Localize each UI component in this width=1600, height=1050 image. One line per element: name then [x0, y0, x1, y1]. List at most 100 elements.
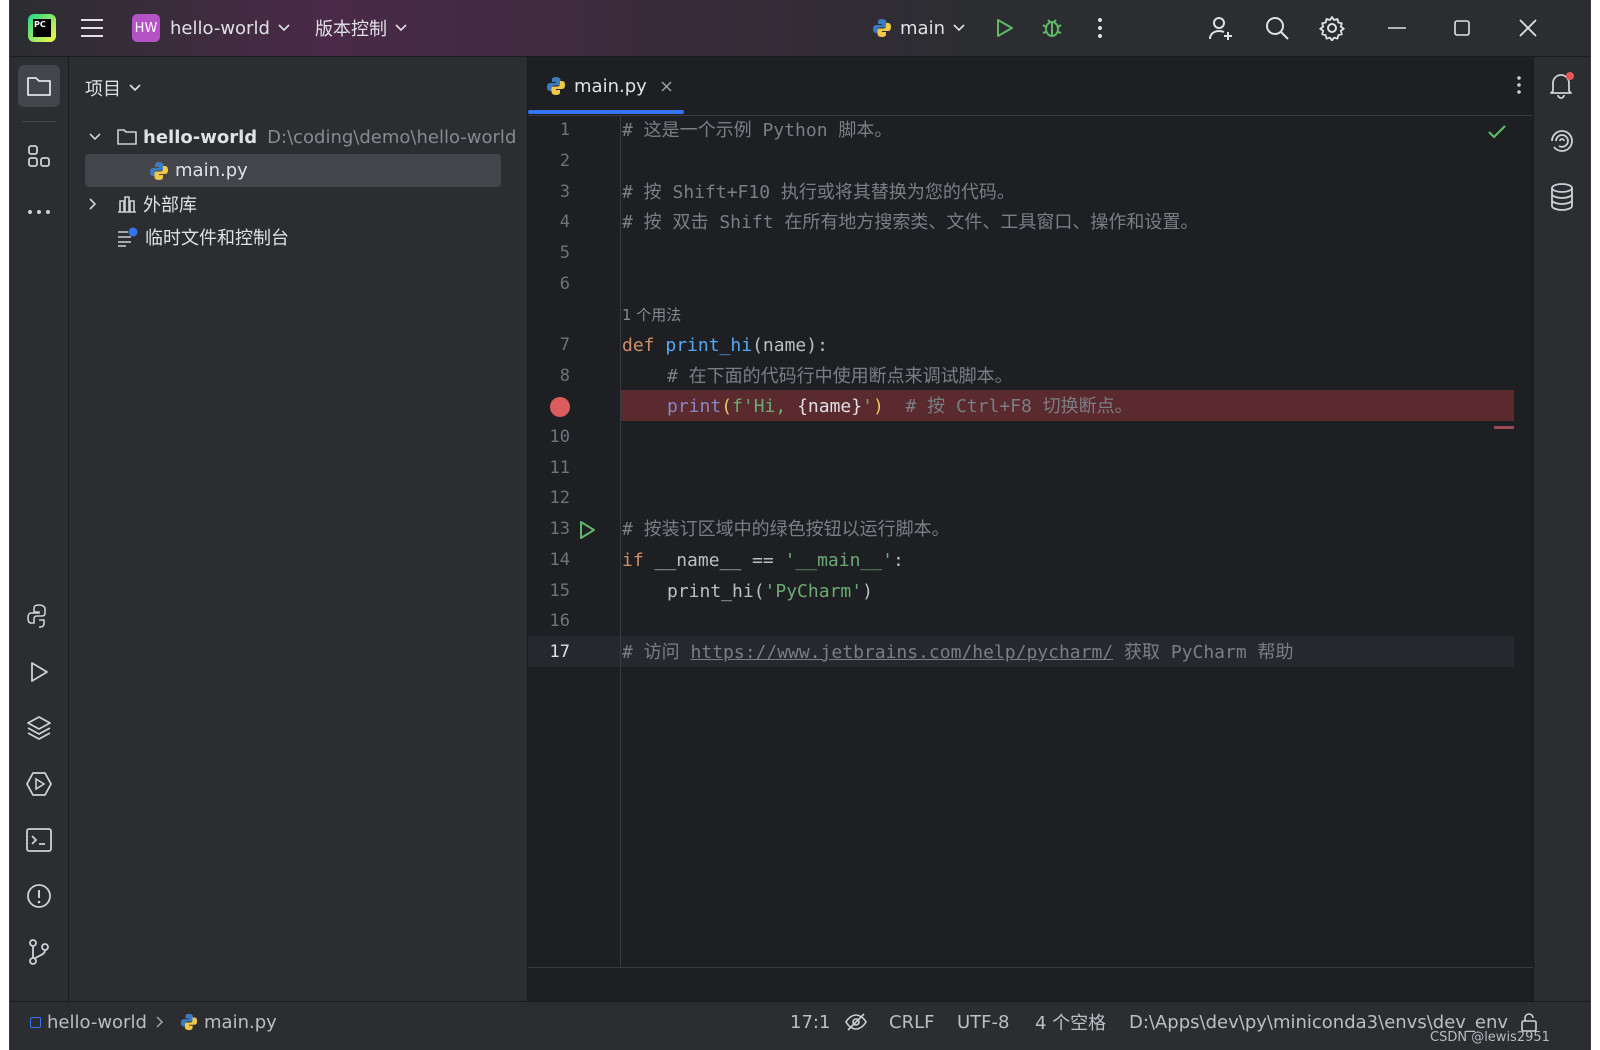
chevron-down-icon — [953, 24, 965, 32]
terminal-icon[interactable] — [18, 819, 60, 861]
folder-icon[interactable] — [18, 65, 60, 107]
minimize-icon[interactable] — [1379, 10, 1415, 46]
more-vertical-icon[interactable] — [1516, 75, 1522, 95]
file-name: main.py — [175, 160, 248, 181]
divider — [22, 121, 56, 122]
comment: # 按 Ctrl+F8 切换断点。 — [905, 396, 1133, 417]
project-panel-title: 项目 — [85, 79, 121, 100]
close-icon[interactable] — [1510, 10, 1546, 46]
editor-tab-bar: main.py — [528, 57, 1544, 116]
code-text: ) — [862, 581, 873, 602]
python-icon — [872, 18, 892, 38]
maximize-icon[interactable] — [1444, 10, 1480, 46]
more-horizontal-icon[interactable] — [18, 191, 60, 233]
line-number: 8 — [559, 366, 570, 386]
close-icon[interactable] — [661, 81, 672, 92]
status-bar: hello-world main.py 17:1 CRLF UTF-8 4 个空… — [10, 1001, 1590, 1050]
string: f'Hi, — [732, 396, 798, 417]
line-number: 11 — [549, 458, 570, 478]
notifications-icon[interactable] — [1548, 71, 1576, 99]
chevron-down-icon[interactable] — [89, 133, 109, 141]
usage-hint[interactable]: 1 个用法 — [622, 300, 681, 331]
chevron-right-icon[interactable] — [89, 198, 109, 210]
code-line: print_hi('PyCharm') — [667, 576, 873, 607]
layers-icon[interactable] — [18, 707, 60, 749]
project-panel-header[interactable]: 项目 — [85, 75, 141, 101]
code-line: if __name__ == '__main__': — [622, 545, 904, 576]
python-icon — [149, 161, 169, 181]
line-number: 10 — [549, 427, 570, 447]
code-line: print(f'Hi, {name}') # 按 Ctrl+F8 切换断点。 — [667, 391, 1133, 422]
scratches-icon — [117, 227, 139, 247]
chevron-right-icon — [156, 1002, 164, 1042]
search-icon[interactable] — [1259, 10, 1295, 46]
ai-assistant-icon[interactable] — [1548, 127, 1576, 155]
more-vertical-icon[interactable] — [1082, 10, 1118, 46]
code-text: __name__ == — [643, 550, 785, 571]
tree-node-file-selected[interactable] — [85, 154, 501, 187]
code-line: def print_hi(name): — [622, 330, 828, 361]
comment: # 访问 — [622, 642, 691, 663]
project-name: hello-world — [170, 17, 270, 39]
title-bar: PC HW hello-world 版本控制 main — [10, 0, 1590, 57]
run-icon[interactable] — [986, 10, 1022, 46]
pycharm-logo[interactable]: PC — [24, 10, 60, 46]
code-text: ( — [721, 396, 733, 417]
debug-icon[interactable] — [1034, 10, 1070, 46]
services-icon[interactable] — [18, 763, 60, 805]
problems-icon[interactable] — [18, 875, 60, 917]
logo-text: PC — [33, 19, 51, 37]
no-inspection-icon[interactable] — [845, 1002, 867, 1042]
project-switcher[interactable]: HW hello-world — [132, 0, 290, 56]
breakpoint-icon[interactable] — [550, 397, 570, 417]
help-link[interactable]: https://www.jetbrains.com/help/pycharm/ — [691, 642, 1114, 663]
code-text: print_hi( — [667, 581, 765, 602]
project-badge: HW — [132, 14, 160, 42]
project-panel: 项目 hello-world D:\coding\demo\hello-worl… — [69, 57, 528, 1001]
code-text: : — [892, 550, 904, 571]
library-icon — [117, 195, 137, 213]
root-path: D:\coding\demo\hello-world — [267, 126, 517, 148]
module-icon — [30, 1016, 41, 1028]
git-icon[interactable] — [18, 931, 60, 973]
tree-node-root[interactable]: hello-world D:\coding\demo\hello-world — [89, 121, 516, 153]
line-number: 14 — [549, 550, 570, 570]
run-config-selector[interactable]: main — [872, 0, 965, 56]
tree-node-scratches[interactable]: 临时文件和控制台 — [117, 221, 289, 253]
line-number: 12 — [549, 488, 570, 508]
database-icon[interactable] — [1550, 183, 1574, 211]
line-number: 17 — [549, 642, 570, 662]
tab-main-py[interactable]: main.py — [528, 57, 684, 115]
tree-node-main-py[interactable]: main.py — [149, 154, 248, 187]
python-icon — [546, 76, 566, 96]
active-tab-indicator — [528, 110, 684, 114]
breadcrumb-file[interactable]: main.py — [180, 1002, 277, 1042]
run-gutter-icon[interactable] — [578, 520, 596, 540]
line-number: 6 — [559, 274, 570, 294]
file-encoding[interactable]: UTF-8 — [957, 1002, 1009, 1042]
builtin: print — [667, 396, 722, 417]
line-number: 4 — [559, 212, 570, 232]
editor-gutter[interactable]: 1 2 3 4 5 6 7 8 10 11 12 13 14 15 16 17 — [528, 115, 621, 967]
folder-icon — [117, 129, 137, 145]
caret-position[interactable]: 17:1 — [790, 1002, 830, 1042]
left-tool-strip — [10, 57, 69, 1001]
settings-icon[interactable] — [1314, 10, 1350, 46]
add-user-icon[interactable] — [1203, 10, 1239, 46]
indent-setting[interactable]: 4 个空格 — [1035, 1002, 1106, 1042]
vcs-menu[interactable]: 版本控制 — [315, 0, 407, 56]
python-icon — [180, 1013, 198, 1031]
run-tool-icon[interactable] — [18, 651, 60, 693]
tree-node-external-libs[interactable]: 外部库 — [89, 188, 197, 220]
line-separator[interactable]: CRLF — [889, 1002, 934, 1042]
code-content[interactable]: # 这是一个示例 Python 脚本。 # 按 Shift+F10 执行或将其替… — [622, 115, 1514, 967]
structure-icon[interactable] — [18, 135, 60, 177]
python-console-icon[interactable] — [18, 595, 60, 637]
editor-area: main.py 1 2 3 4 5 6 7 8 10 11 12 13 14 1… — [528, 57, 1544, 967]
function-name: print_hi — [665, 335, 753, 356]
breadcrumb-project[interactable]: hello-world — [30, 1002, 147, 1042]
breadcrumb-file-label: main.py — [204, 1011, 277, 1033]
line-number: 3 — [559, 182, 570, 202]
hamburger-menu-icon[interactable] — [74, 10, 110, 46]
external-libs-label: 外部库 — [143, 195, 197, 216]
